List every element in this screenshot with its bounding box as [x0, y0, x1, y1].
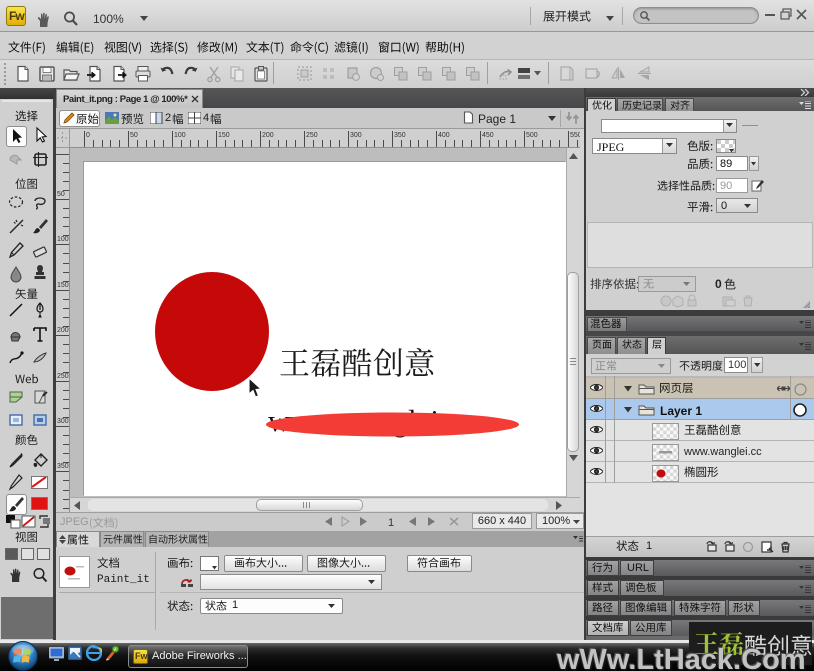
- svg-text:1: 1: [388, 517, 394, 528]
